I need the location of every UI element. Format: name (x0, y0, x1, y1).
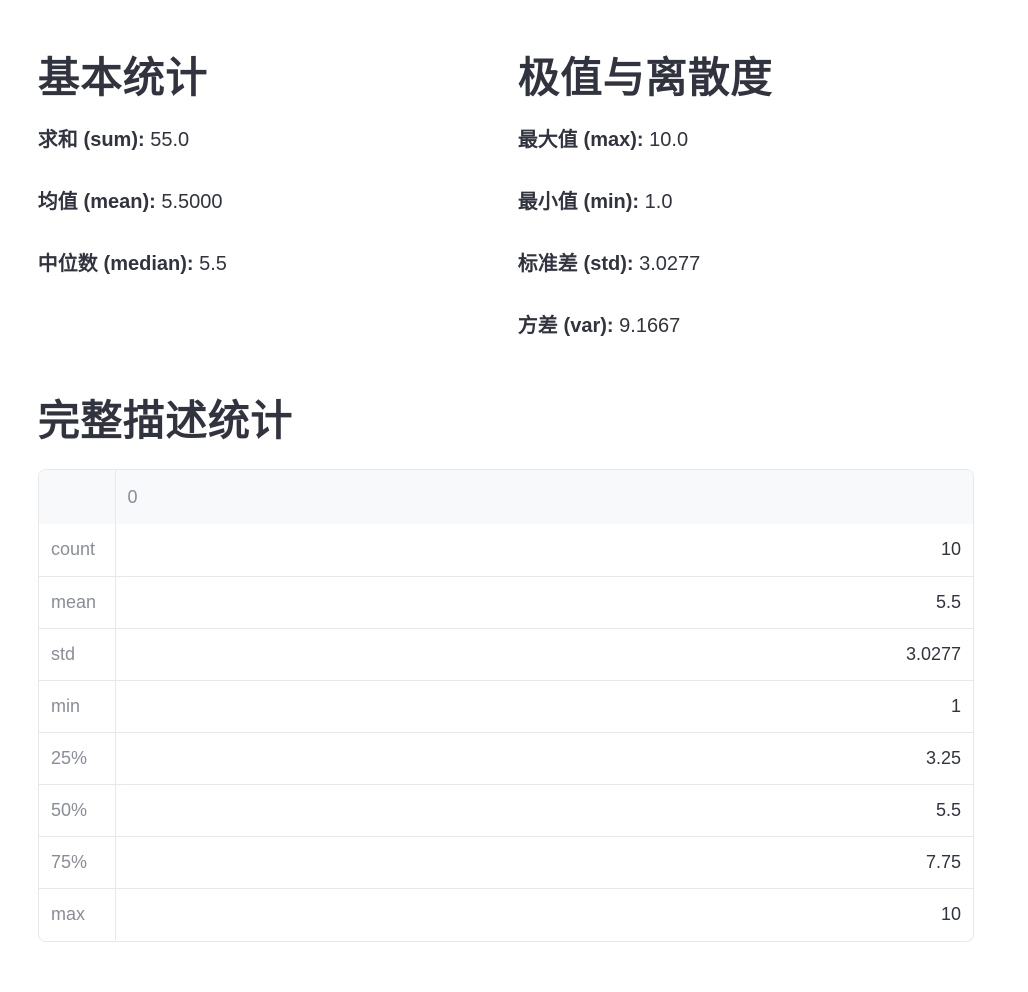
table-cell[interactable]: 3.0277 (115, 628, 973, 681)
basic-stats-title: 基本统计 (38, 54, 209, 101)
describe-table[interactable]: 0 count 10 mean 5.5 std 3.0277 min 1 25% (38, 469, 974, 942)
table-cell[interactable]: 7.75 (115, 836, 973, 889)
metric-label: 最小值 (min): (518, 191, 640, 213)
metric-max: 最大值 (max): 10.0 (518, 126, 976, 154)
index-header[interactable] (39, 470, 116, 524)
row-index[interactable]: 75% (39, 836, 116, 889)
row-index[interactable]: 25% (39, 732, 116, 785)
row-index[interactable]: std (39, 628, 116, 681)
metric-var: 方差 (var): 9.1667 (518, 312, 976, 340)
row-index[interactable]: 50% (39, 784, 116, 837)
table-cell[interactable]: 10 (115, 888, 973, 940)
table-row: 50% 5.5 (39, 784, 973, 837)
metric-label: 方差 (var): (518, 315, 614, 337)
metric-value: 9.1667 (613, 315, 681, 337)
table-row: 25% 3.25 (39, 732, 973, 785)
row-index[interactable]: count (39, 524, 116, 577)
metric-label: 最大值 (max): (518, 129, 644, 151)
metric-median: 中位数 (median): 5.5 (38, 250, 518, 278)
metric-value: 1.0 (639, 191, 673, 213)
table-row: mean 5.5 (39, 576, 973, 629)
metric-label: 求和 (sum): (38, 129, 145, 151)
table-row: std 3.0277 (39, 628, 973, 681)
metric-mean: 均值 (mean): 5.5000 (38, 188, 518, 216)
metric-label: 均值 (mean): (38, 191, 156, 213)
table-cell[interactable]: 1 (115, 680, 973, 733)
describe-title: 完整描述统计 (38, 397, 294, 444)
metric-min: 最小值 (min): 1.0 (518, 188, 976, 216)
table-cell[interactable]: 5.5 (115, 576, 973, 629)
metric-value: 10.0 (643, 129, 689, 151)
basic-stats-column: 基本统计 求和 (sum): 55.0 均值 (mean): 5.5000 中位… (38, 52, 518, 374)
extremes-column: 极值与离散度 最大值 (max): 10.0 最小值 (min): 1.0 标准… (518, 52, 976, 374)
metric-sum: 求和 (sum): 55.0 (38, 126, 518, 154)
row-index[interactable]: min (39, 680, 116, 733)
table-cell[interactable]: 5.5 (115, 784, 973, 837)
metric-value: 3.0277 (633, 253, 701, 275)
table-row: min 1 (39, 680, 973, 733)
table-row: 75% 7.75 (39, 836, 973, 889)
row-index[interactable]: max (39, 888, 116, 940)
extremes-title: 极值与离散度 (518, 54, 774, 101)
table-header-row: 0 (39, 470, 973, 524)
table-cell[interactable]: 3.25 (115, 732, 973, 785)
stats-columns: 基本统计 求和 (sum): 55.0 均值 (mean): 5.5000 中位… (38, 52, 976, 374)
table-cell[interactable]: 10 (115, 524, 973, 577)
table-row: max 10 (39, 888, 973, 940)
describe-grid: 0 count 10 mean 5.5 std 3.0277 min 1 25% (39, 470, 973, 940)
column-header-0[interactable]: 0 (115, 470, 973, 524)
metric-std: 标准差 (std): 3.0277 (518, 250, 976, 278)
metric-label: 中位数 (median): (38, 253, 194, 275)
metric-label: 标准差 (std): (518, 253, 634, 275)
table-row: count 10 (39, 524, 973, 577)
metric-value: 5.5000 (155, 191, 223, 213)
metric-value: 5.5 (193, 253, 227, 275)
row-index[interactable]: mean (39, 576, 116, 629)
metric-value: 55.0 (144, 129, 190, 151)
